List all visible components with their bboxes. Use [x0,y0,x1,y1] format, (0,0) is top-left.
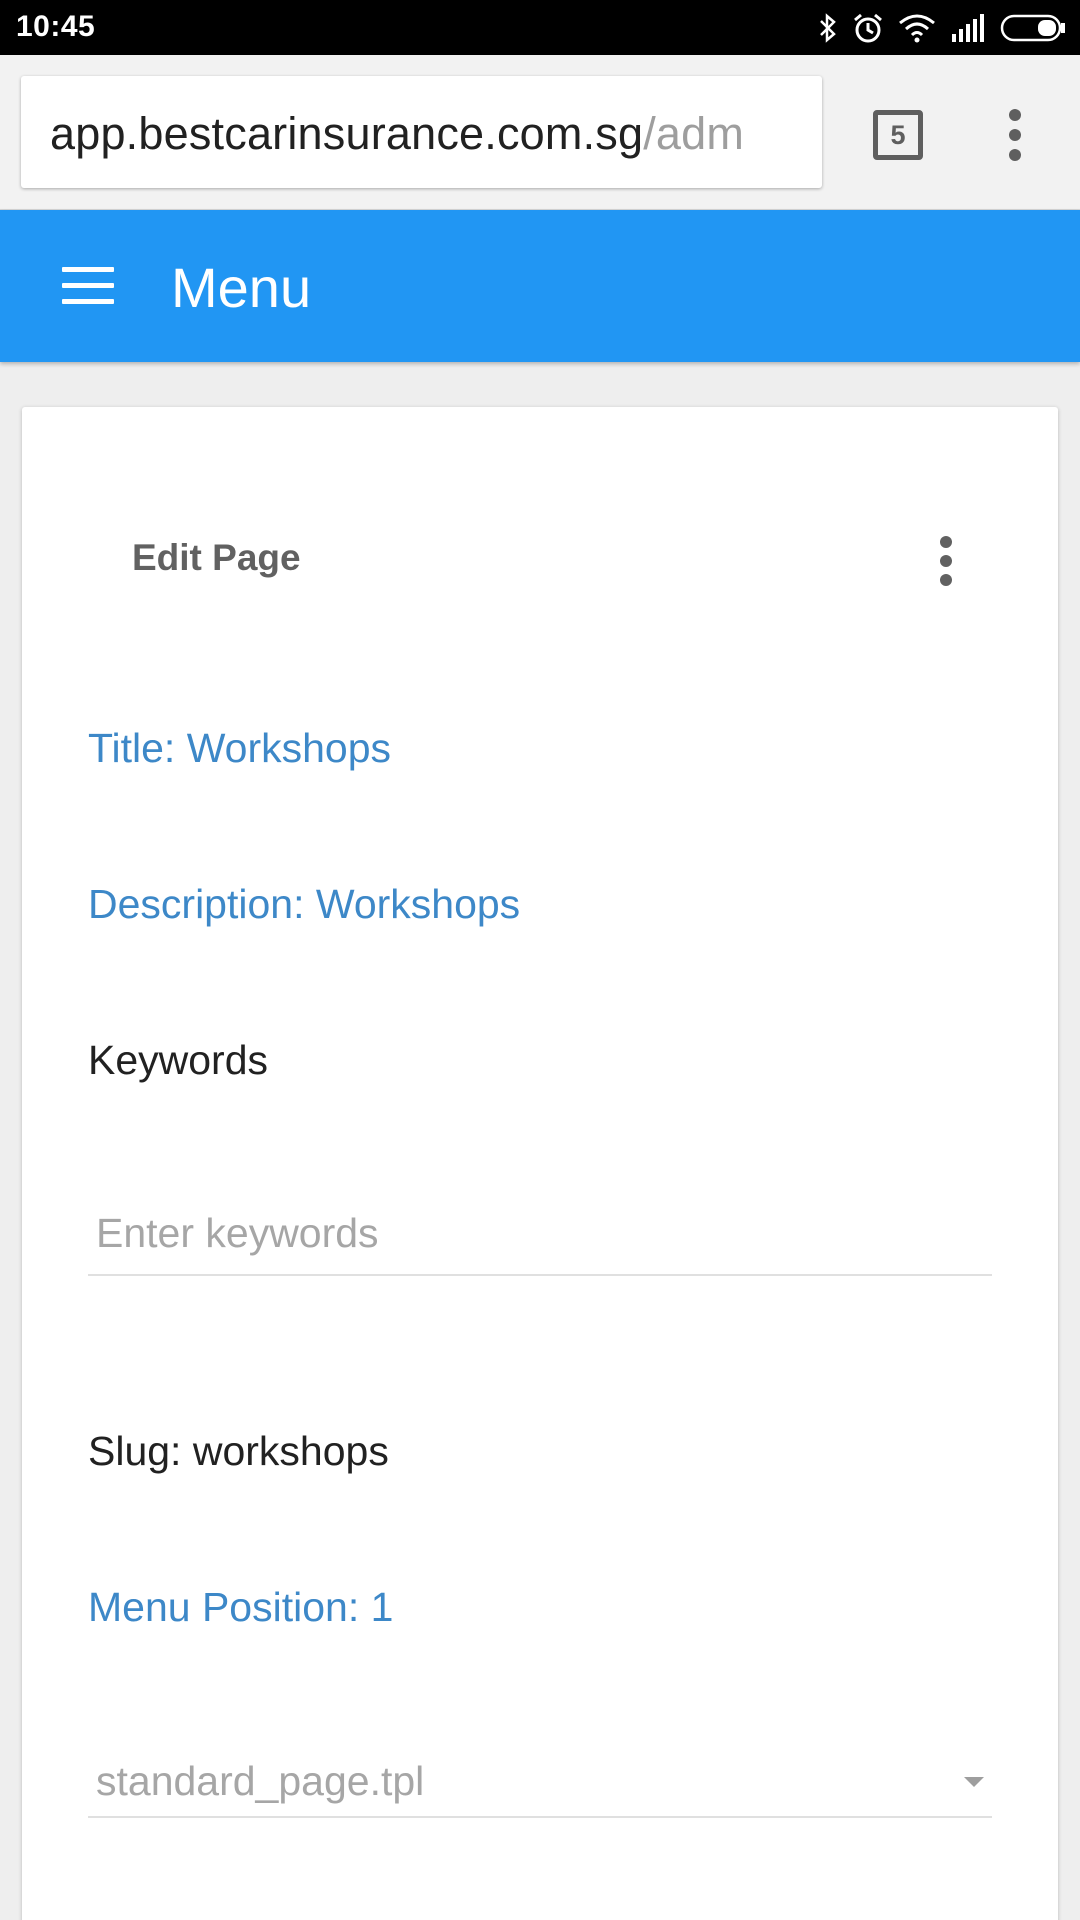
title-field[interactable]: Title: Workshops [88,725,391,772]
description-field[interactable]: Description: Workshops [88,881,520,928]
slug-field: Slug: workshops [88,1428,389,1474]
bluetooth-icon [818,13,838,43]
more-vert-icon[interactable] [995,107,1035,163]
edit-page-card: Edit Page Title: Workshops Description: … [22,407,1058,1920]
menu-position-field[interactable]: Menu Position: 1 [88,1584,393,1631]
app-bar: Menu [0,210,1080,362]
dropdown-arrow-icon [964,1777,984,1787]
app-bar-title[interactable]: Menu [171,255,311,320]
template-select-value: standard_page.tpl [96,1758,425,1804]
tab-count: 5 [890,119,906,150]
signal-icon [950,14,986,42]
status-time: 10:45 [16,10,96,43]
template-select[interactable]: standard_page.tpl [88,1740,992,1818]
address-bar[interactable]: app.bestcarinsurance.com.sg/adm [21,76,822,188]
hamburger-icon[interactable] [62,266,114,306]
keywords-input[interactable] [88,1192,992,1276]
url-text: app.bestcarinsurance.com.sg/adm [50,108,744,160]
tab-switcher-button[interactable]: 5 [873,110,923,160]
wifi-icon [898,13,936,43]
url-host: app.bestcarinsurance.com.sg [50,108,644,159]
url-path: /adm [643,108,745,159]
card-title: Edit Page [132,537,301,578]
status-icons [818,10,1066,46]
battery-icon [1000,13,1066,43]
more-vert-icon[interactable] [934,533,958,589]
keywords-label: Keywords [88,1037,269,1083]
status-bar: 10:45 [0,0,1080,55]
alarm-icon [852,12,884,44]
browser-toolbar: app.bestcarinsurance.com.sg/adm 5 [0,55,1080,210]
